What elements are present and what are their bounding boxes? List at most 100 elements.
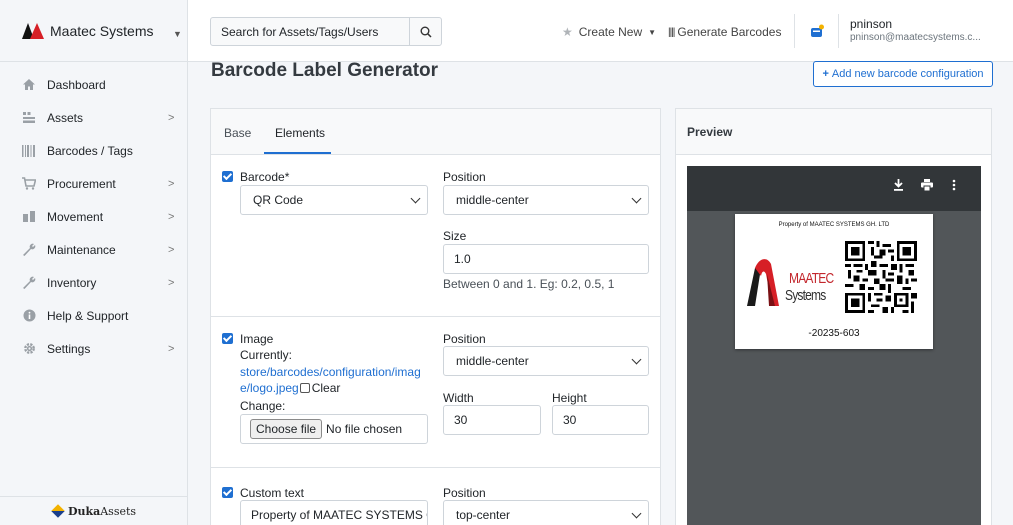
- footer-brand-bold: Duka: [67, 504, 101, 518]
- caret-down-icon: ▼: [648, 27, 657, 37]
- sidebar-item-movement[interactable]: Movement >: [0, 200, 187, 233]
- chevron-right-icon: >: [168, 276, 175, 289]
- chevron-down-icon: [631, 508, 642, 519]
- barcode-size-label: Size: [443, 229, 467, 243]
- brand-switcher[interactable]: Maatec Systems: [0, 0, 187, 62]
- sidebar-item-label: Assets: [47, 110, 84, 125]
- elements-form-card: Base Elements Barcode* QR Code Position …: [210, 108, 661, 525]
- image-checkbox[interactable]: [222, 333, 233, 344]
- chevron-right-icon: >: [168, 111, 175, 124]
- search-icon: [420, 26, 432, 38]
- user-name: pninson: [850, 17, 893, 31]
- notification-icon[interactable]: [810, 24, 824, 38]
- sidebar-item-procurement[interactable]: Procurement >: [0, 167, 187, 200]
- image-position-select[interactable]: middle-center: [443, 346, 649, 376]
- search-input[interactable]: [211, 18, 409, 45]
- download-icon[interactable]: [893, 179, 904, 194]
- image-height-label: Height: [552, 391, 587, 405]
- sidebar-item-inventory[interactable]: Inventory >: [0, 266, 187, 299]
- image-position-label: Position: [443, 332, 486, 346]
- user-menu[interactable]: pninson pninson@maatecsystems.c...: [850, 17, 981, 43]
- barcode-checkbox[interactable]: [222, 171, 233, 182]
- more-options-icon[interactable]: [952, 179, 956, 194]
- logo-line-2: Systems: [785, 287, 826, 304]
- sidebar: Maatec Systems ▼ Dashboard Assets > Barc…: [0, 0, 188, 525]
- chevron-down-icon: [410, 193, 421, 204]
- qr-code-image: [845, 241, 917, 313]
- top-bar: ★ Create New ▼ |||| Generate Barcodes pn…: [188, 0, 1013, 62]
- user-email: pninson@maatecsystems.c...: [850, 32, 981, 43]
- plus-icon: +: [822, 68, 829, 80]
- company-logo-image: MAATEC Systems: [745, 244, 835, 314]
- clear-label: Clear: [311, 381, 341, 395]
- info-icon: [22, 309, 36, 323]
- sidebar-item-label: Procurement: [47, 176, 116, 191]
- pdf-viewer: Property of MAATEC SYSTEMS GH. LTD MAATE…: [687, 166, 981, 525]
- image-width-label: Width: [443, 391, 474, 405]
- barcode-size-input[interactable]: 1.0: [443, 244, 649, 274]
- custom-text-position-label: Position: [443, 486, 486, 500]
- barcode-position-label: Position: [443, 170, 486, 184]
- pdf-toolbar: [687, 166, 981, 211]
- sidebar-item-help[interactable]: Help & Support: [0, 299, 187, 332]
- sidebar-item-label: Dashboard: [47, 77, 106, 92]
- chevron-right-icon: >: [168, 177, 175, 190]
- chevron-right-icon: >: [168, 342, 175, 355]
- wrench-icon: [22, 276, 36, 290]
- wrench-icon: [22, 243, 36, 257]
- barcode-icon: [22, 144, 36, 158]
- image-change-label: Change:: [240, 399, 286, 413]
- barcode-label-preview: Property of MAATEC SYSTEMS GH. LTD MAATE…: [735, 214, 933, 349]
- image-file-input[interactable]: Choose file No file chosen: [240, 414, 428, 444]
- barcode-label: Barcode*: [240, 170, 290, 184]
- sidebar-item-label: Maintenance: [47, 242, 116, 257]
- file-status: No file chosen: [326, 422, 403, 436]
- form-tabs: Base Elements: [211, 109, 660, 155]
- image-width-input[interactable]: 30: [443, 405, 541, 435]
- footer-brand-rest: Assets: [100, 504, 137, 518]
- sidebar-item-settings[interactable]: Settings >: [0, 332, 187, 365]
- tab-base[interactable]: Base: [224, 126, 251, 140]
- create-new-label: Create New: [578, 25, 643, 39]
- dukaassets-logo-icon: [51, 504, 65, 518]
- barcode-type-value: QR Code: [253, 193, 304, 207]
- search-box: [210, 17, 442, 46]
- generate-barcodes-link[interactable]: |||| Generate Barcodes: [668, 25, 781, 39]
- search-button[interactable]: [409, 18, 441, 45]
- image-position-value: middle-center: [456, 354, 529, 368]
- custom-text-label: Custom text: [240, 486, 305, 500]
- footer-brand: DukaAssets: [0, 496, 188, 525]
- cart-icon: [22, 177, 36, 191]
- tab-elements[interactable]: Elements: [275, 126, 325, 140]
- chevron-down-icon: [631, 354, 642, 365]
- create-new-dropdown[interactable]: ★ Create New ▼: [562, 25, 656, 39]
- logo-line-1: MAATEC: [789, 270, 834, 287]
- divider: [794, 14, 795, 48]
- custom-text-input[interactable]: Property of MAATEC SYSTEMS GH.: [240, 500, 428, 525]
- add-barcode-configuration-button[interactable]: + Add new barcode configuration: [813, 61, 993, 87]
- image-label: Image: [240, 332, 274, 346]
- barcode-position-select[interactable]: middle-center: [443, 185, 649, 215]
- brand-name: Maatec Systems: [50, 22, 154, 39]
- clear-checkbox[interactable]: [299, 383, 310, 393]
- barcode-size-help: Between 0 and 1. Eg: 0.2, 0.5, 1: [443, 277, 615, 291]
- sidebar-item-label: Barcodes / Tags: [47, 143, 133, 158]
- sidebar-item-maintenance[interactable]: Maintenance >: [0, 233, 187, 266]
- sidebar-item-barcodes[interactable]: Barcodes / Tags: [0, 134, 187, 167]
- custom-text-position-select[interactable]: top-center: [443, 500, 649, 525]
- barcode-type-select[interactable]: QR Code: [240, 185, 428, 215]
- maatec-logo-icon: [22, 22, 44, 39]
- caret-down-icon[interactable]: ▼: [173, 29, 182, 39]
- image-height-input[interactable]: 30: [552, 405, 649, 435]
- chevron-right-icon: >: [168, 243, 175, 256]
- footer-brand-text: DukaAssets: [68, 505, 136, 518]
- active-tab-indicator: [264, 152, 331, 154]
- sidebar-item-dashboard[interactable]: Dashboard: [0, 68, 187, 101]
- choose-file-button[interactable]: Choose file: [250, 419, 323, 439]
- preview-title: Preview: [676, 109, 991, 155]
- chevron-right-icon: >: [168, 210, 175, 223]
- custom-text-checkbox[interactable]: [222, 487, 233, 498]
- sidebar-item-label: Movement: [47, 209, 104, 224]
- print-icon[interactable]: [921, 179, 933, 194]
- sidebar-item-assets[interactable]: Assets >: [0, 101, 187, 134]
